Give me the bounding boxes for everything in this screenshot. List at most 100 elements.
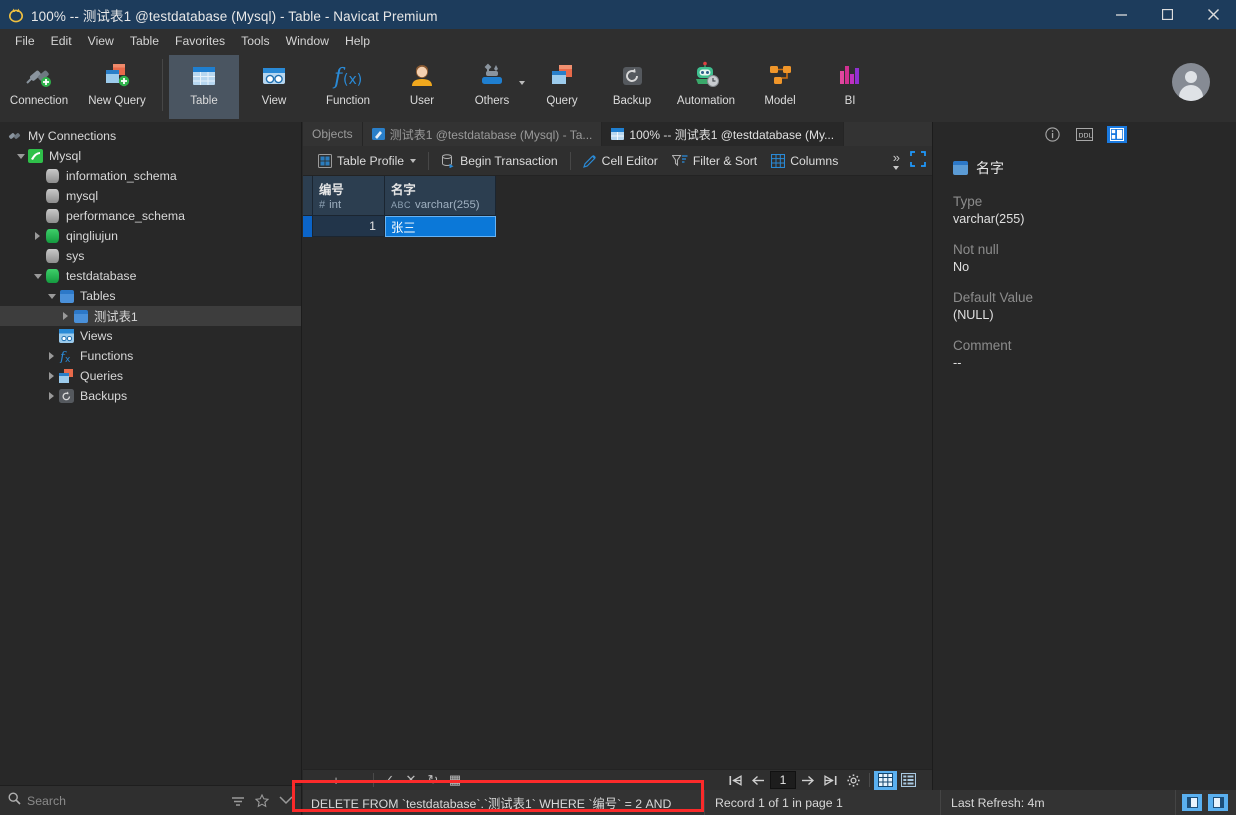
chevron-down-icon[interactable] xyxy=(14,146,27,166)
grid-column-header-mingzi[interactable]: 名字 ABC varchar(255) xyxy=(385,176,496,216)
form-view-toggle[interactable] xyxy=(897,771,920,790)
field-label: Type xyxy=(953,194,983,209)
menu-view[interactable]: View xyxy=(80,31,122,51)
toolbar-backup[interactable]: Backup xyxy=(597,55,667,119)
grid-toolbar: Table Profile Begin Transaction Cell Edi… xyxy=(303,146,932,176)
row-selector[interactable] xyxy=(303,216,313,237)
others-dropdown-caret[interactable] xyxy=(519,81,525,85)
navicat-logo-icon xyxy=(8,7,24,23)
chevron-right-icon[interactable] xyxy=(45,366,58,386)
begin-transaction-button[interactable]: Begin Transaction xyxy=(434,149,565,173)
prev-page-button[interactable] xyxy=(747,770,770,790)
grid-view-toggle[interactable] xyxy=(874,770,897,790)
chevron-right-icon[interactable] xyxy=(45,386,58,406)
user-avatar[interactable] xyxy=(1172,63,1210,101)
toolbar-others[interactable]: Others xyxy=(457,55,527,119)
menu-window[interactable]: Window xyxy=(278,31,337,51)
left-panel-toggle-icon[interactable] xyxy=(1182,794,1202,811)
add-record-button[interactable]: + xyxy=(325,771,347,790)
fullscreen-icon[interactable] xyxy=(910,150,926,172)
tree-item-queries[interactable]: Queries xyxy=(0,366,301,386)
tree-item-information-schema[interactable]: information_schema xyxy=(0,166,301,186)
toolbar-view[interactable]: View xyxy=(239,55,309,119)
last-page-button[interactable] xyxy=(819,770,842,790)
tree-label: testdatabase xyxy=(66,269,137,283)
minimize-button[interactable] xyxy=(1098,0,1144,29)
remove-record-button[interactable]: − xyxy=(347,771,369,790)
tree-item-backups[interactable]: Backups xyxy=(0,386,301,406)
field-value: No xyxy=(953,260,970,274)
window-controls xyxy=(1098,0,1236,29)
first-page-button[interactable] xyxy=(724,770,747,790)
chevron-right-icon[interactable] xyxy=(45,346,58,366)
toolbar-overflow-button[interactable]: » xyxy=(893,151,900,170)
toolbar-automation[interactable]: Automation xyxy=(667,55,745,119)
page-number-input[interactable]: 1 xyxy=(770,771,796,789)
apply-changes-button[interactable]: ✓ xyxy=(378,771,400,790)
toolbar-user[interactable]: User xyxy=(387,55,457,119)
toolbar-others-label: Others xyxy=(474,95,510,107)
maximize-button[interactable] xyxy=(1144,0,1190,29)
tree-item-table-ceshibiao1[interactable]: 测试表1 xyxy=(0,306,301,326)
menu-favorites[interactable]: Favorites xyxy=(167,31,233,51)
cell-mingzi[interactable]: 张三 xyxy=(385,216,496,237)
info-tab-icon[interactable] xyxy=(1043,126,1063,143)
chevron-down-icon[interactable] xyxy=(893,165,900,170)
tree-item-testdatabase[interactable]: testdatabase xyxy=(0,266,301,286)
pagination-controls: 1 xyxy=(724,770,920,791)
grid-options-button[interactable]: ▦ xyxy=(444,771,466,790)
tree-item-qingliujun[interactable]: qingliujun xyxy=(0,226,301,246)
menu-edit[interactable]: Edit xyxy=(43,31,80,51)
filter-sort-button[interactable]: Filter & Sort xyxy=(665,149,764,173)
tree-item-sys[interactable]: sys xyxy=(0,246,301,266)
toolbar-new-query[interactable]: New Query xyxy=(78,55,156,119)
tree-item-mysql-db[interactable]: mysql xyxy=(0,186,301,206)
toolbar-bi[interactable]: BI xyxy=(815,55,885,119)
menu-table[interactable]: Table xyxy=(122,31,167,51)
tree-item-functions[interactable]: fx Functions xyxy=(0,346,301,366)
table-row[interactable]: 1 张三 xyxy=(303,216,932,237)
toolbar-function[interactable]: f (x) Function xyxy=(309,55,387,119)
toolbar-query[interactable]: Query xyxy=(527,55,597,119)
grid-header-row: 编号 # int 名字 ABC varchar(255) xyxy=(303,176,932,216)
refresh-button[interactable]: ↻ xyxy=(422,771,444,790)
toolbar-model[interactable]: Model xyxy=(745,55,815,119)
structure-tab-icon[interactable] xyxy=(1106,125,1127,143)
toolbar-divider xyxy=(162,59,163,111)
tree-item-my-connections[interactable]: My Connections xyxy=(0,126,301,146)
toolbar-table[interactable]: Table xyxy=(169,55,239,119)
grid-column-header-bianhao[interactable]: 编号 # int xyxy=(313,176,385,216)
begin-transaction-label: Begin Transaction xyxy=(460,153,558,168)
gear-icon[interactable] xyxy=(842,770,865,790)
tree-item-mysql[interactable]: Mysql xyxy=(0,146,301,166)
table-profile-button[interactable]: Table Profile xyxy=(311,149,423,173)
tree-label: sys xyxy=(66,249,85,263)
chevron-right-icon[interactable] xyxy=(31,226,44,246)
tab-objects[interactable]: Objects xyxy=(303,122,363,146)
menu-help[interactable]: Help xyxy=(337,31,378,51)
functions-icon: fx xyxy=(58,348,75,364)
columns-button[interactable]: Columns xyxy=(764,149,845,173)
automation-icon xyxy=(690,60,722,92)
toolbar-connection[interactable]: Connection xyxy=(0,55,78,119)
chevron-down-icon[interactable] xyxy=(31,266,44,286)
menu-tools[interactable]: Tools xyxy=(233,31,277,51)
cell-editor-button[interactable]: Cell Editor xyxy=(576,149,665,173)
chevron-down-icon[interactable] xyxy=(410,158,417,163)
tab-table-design[interactable]: 测试表1 @testdatabase (Mysql) - Ta... xyxy=(362,122,603,146)
chevron-down-icon[interactable] xyxy=(45,286,58,306)
tree-item-performance-schema[interactable]: performance_schema xyxy=(0,206,301,226)
cancel-changes-button[interactable]: ✕ xyxy=(400,771,422,790)
cell-bianhao[interactable]: 1 xyxy=(313,216,385,237)
tab-table-data[interactable]: 100% -- 测试表1 @testdatabase (My... xyxy=(602,122,845,146)
next-page-button[interactable] xyxy=(796,770,819,790)
chevron-right-icon[interactable] xyxy=(59,306,72,326)
ddl-tab-icon[interactable]: DDL xyxy=(1075,126,1095,143)
columns-grid-icon xyxy=(771,153,786,168)
data-grid[interactable]: 编号 # int 名字 ABC varchar(255) 1 张三 xyxy=(303,176,932,769)
right-panel-toggle-icon[interactable] xyxy=(1208,794,1228,811)
close-button[interactable] xyxy=(1190,0,1236,29)
tree-item-views[interactable]: Views xyxy=(0,326,301,346)
tree-item-tables[interactable]: Tables xyxy=(0,286,301,306)
menu-file[interactable]: File xyxy=(7,31,43,51)
